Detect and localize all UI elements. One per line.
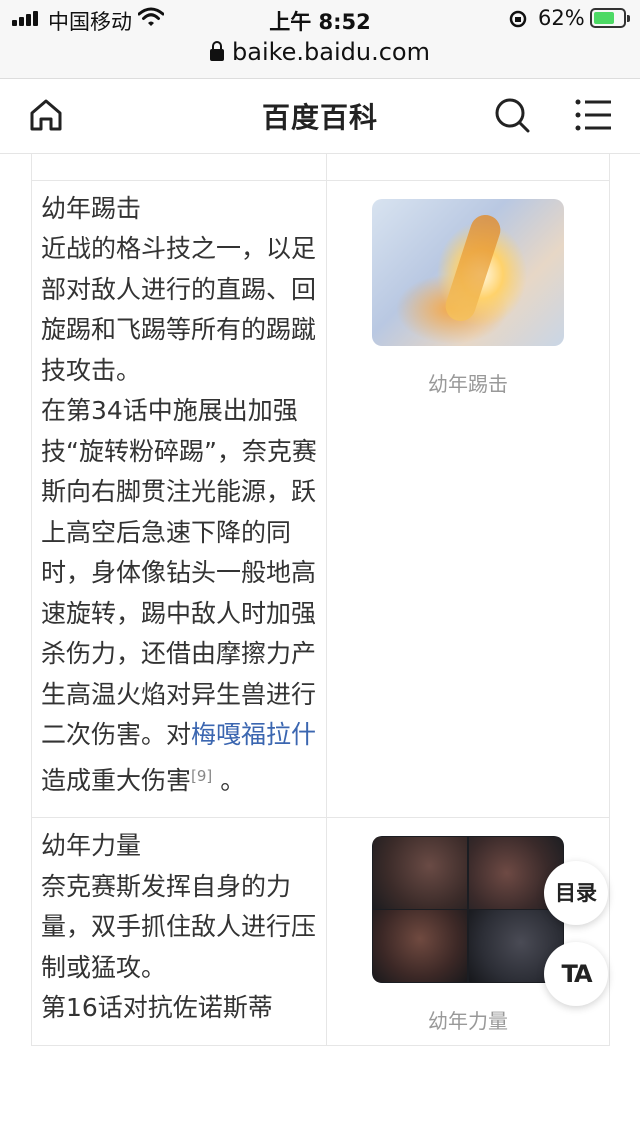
address-bar[interactable]: baike.baidu.com	[0, 36, 640, 79]
image-caption: 幼年踢击	[428, 371, 509, 396]
battery-percent: 62%	[538, 6, 585, 30]
page-title: 百度百科	[261, 101, 378, 134]
battery-icon	[590, 8, 630, 28]
image-caption: 幼年力量	[428, 1009, 509, 1033]
skills-table: 落地面而受到巨大伤害。 幼年踢击 近战的格斗技之一，以足部对敌人进行的直踢、回旋…	[30, 154, 610, 1046]
ta-button[interactable]: TA	[544, 942, 608, 1006]
cell-text: 近战的格斗技之一，以足部对敌人进行的直踢、回旋踢和飞踢等所有的踢蹴技攻击。	[41, 234, 317, 385]
rotation-lock-icon	[509, 10, 527, 28]
table-row: 落地面而受到巨大伤害。	[30, 154, 610, 181]
menu-icon[interactable]	[575, 98, 613, 132]
table-row: 幼年力量 奈克赛斯发挥自身的力量，双手抓住敌人进行压制或猛攻。 第16话对抗佐诺…	[30, 817, 610, 1046]
cell-text: 在第34话中施展出加强技“旋转粉碎踢”，奈克赛斯向右脚贯注光能源，跃上高空后急速…	[41, 396, 317, 795]
toc-button[interactable]: 目录	[544, 861, 608, 925]
cell-text: 落地面而受到巨大伤害。	[41, 154, 318, 164]
lock-icon	[210, 41, 224, 61]
table-cell: 幼年踢击 近战的格斗技之一，以足部对敌人进行的直踢、回旋踢和飞踢等所有的踢蹴技攻…	[30, 179, 328, 818]
cell-text: 奈克赛斯发挥自身的力量，双手抓住敌人进行压制或猛攻。	[41, 871, 317, 982]
search-icon[interactable]	[493, 96, 531, 134]
monster-link[interactable]: 梅嘎福拉什	[191, 720, 316, 749]
table-cell: 幼年力量 奈克赛斯发挥自身的力量，双手抓住敌人进行压制或猛攻。 第16话对抗佐诺…	[30, 817, 328, 1046]
skill-name: 幼年力量	[41, 831, 142, 860]
table-cell: 落地面而受到巨大伤害。	[30, 154, 328, 181]
table-cell: 幼年力量	[326, 817, 610, 1046]
site-header: 百度百科	[0, 79, 640, 154]
table-row: 幼年踢击 近战的格斗技之一，以足部对敌人进行的直踢、回旋踢和飞踢等所有的踢蹴技攻…	[30, 179, 610, 818]
table-cell: 幼年踢击	[326, 179, 610, 818]
status-bar: 中国移动 上午 8:52 62%	[0, 0, 640, 36]
article-content: 落地面而受到巨大伤害。 幼年踢击 近战的格斗技之一，以足部对敌人进行的直踢、回旋…	[0, 154, 640, 1139]
reference-mark[interactable]: [9]	[191, 767, 212, 785]
skill-name: 幼年踢击	[41, 193, 142, 223]
url-text: baike.baidu.com	[232, 38, 430, 66]
skill-image[interactable]	[372, 836, 565, 983]
skill-image[interactable]	[372, 198, 565, 346]
cell-text: 第16话对抗佐诺斯蒂	[41, 993, 273, 1022]
table-cell	[326, 154, 610, 181]
